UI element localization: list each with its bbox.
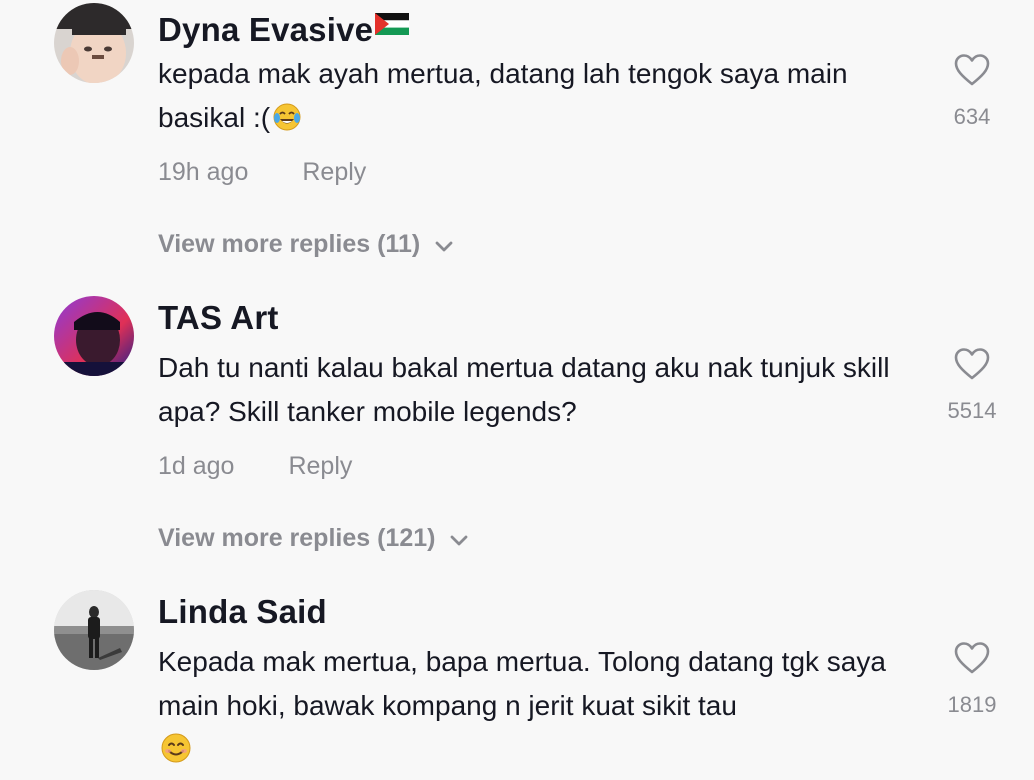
heart-icon[interactable] xyxy=(932,53,1012,92)
like-control: 1819 xyxy=(932,641,1012,718)
username-text: Dyna Evasive xyxy=(158,11,374,48)
view-more-replies-label: View more replies (11) xyxy=(158,230,421,258)
avatar[interactable] xyxy=(54,590,134,670)
comment-text: kepada mak ayah mertua, datang lah tengo… xyxy=(158,52,918,145)
comment-time: 1d ago xyxy=(158,452,235,480)
comment-time: 19h ago xyxy=(158,158,249,186)
view-more-replies-label: View more replies (121) xyxy=(158,524,436,552)
comment-text-content: kepada mak ayah mertua, datang lah tengo… xyxy=(158,58,848,133)
reply-button[interactable]: Reply xyxy=(288,452,352,480)
avatar[interactable] xyxy=(54,296,134,376)
comment-meta: 1d ago Reply xyxy=(158,451,352,481)
reply-button[interactable]: Reply xyxy=(302,158,366,186)
view-more-replies-button[interactable]: View more replies (121) xyxy=(158,523,469,555)
comment-text-content: Kepada mak mertua, bapa mertua. Tolong d… xyxy=(158,646,886,721)
smiling-face-icon xyxy=(160,732,192,777)
comment-text: Dah tu nanti kalau bakal mertua datang a… xyxy=(158,352,890,427)
face-with-tears-of-joy-icon xyxy=(272,101,302,145)
comments-list: Dyna Evasive kepada mak ayah mertua, dat… xyxy=(0,0,1034,780)
like-control: 634 xyxy=(932,53,1012,130)
username[interactable]: TAS Art xyxy=(158,298,279,338)
view-more-replies-button[interactable]: View more replies (11) xyxy=(158,229,454,261)
username[interactable]: Linda Said xyxy=(158,592,327,632)
comment-text: Kepada mak mertua, bapa mertua. Tolong d… xyxy=(158,640,918,777)
like-count: 5514 xyxy=(947,398,997,423)
palestine-flag-icon xyxy=(375,4,410,44)
like-count: 634 xyxy=(953,104,991,129)
username[interactable]: Dyna Evasive xyxy=(158,4,410,50)
comment-meta: 19h ago Reply xyxy=(158,157,366,187)
avatar[interactable] xyxy=(54,3,134,83)
heart-icon[interactable] xyxy=(932,641,1012,680)
heart-icon[interactable] xyxy=(932,347,1012,386)
chevron-down-icon xyxy=(449,525,469,555)
chevron-down-icon xyxy=(434,231,454,261)
like-count: 1819 xyxy=(947,692,997,717)
like-control: 5514 xyxy=(932,347,1012,424)
